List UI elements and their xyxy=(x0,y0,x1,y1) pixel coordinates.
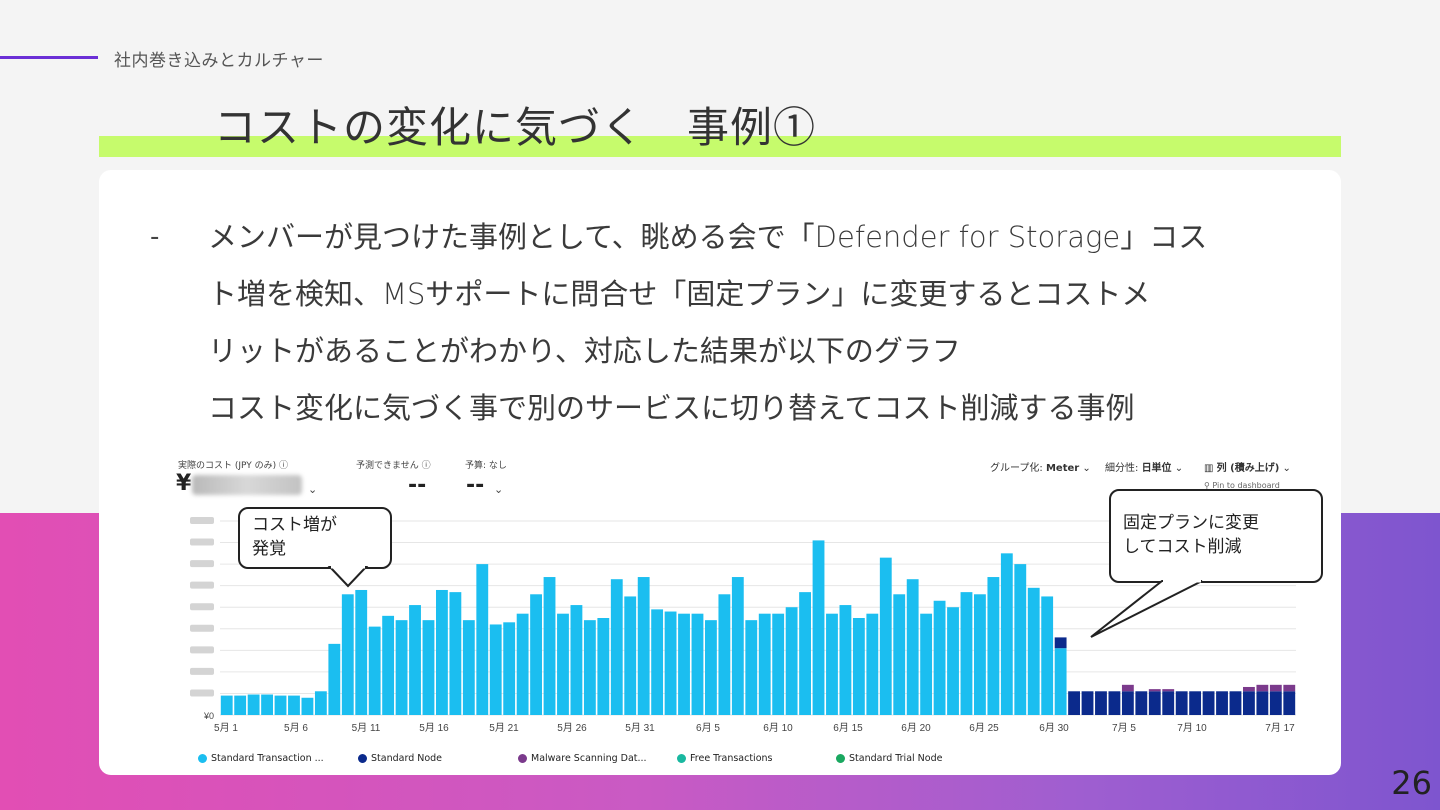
page-number: 26 xyxy=(1391,764,1432,802)
body-line-3: リットがあることがわかり、対応した結果が以下のグラフ xyxy=(208,334,961,368)
cost-analysis-screenshot: 実際のコスト (JPY のみ) ⓘ ¥ ⌄ 予測できません ⓘ -- 予算: な… xyxy=(168,443,1323,773)
body-line-4: コスト変化に気づく事で別のサービスに切り替えてコスト削減する事例 xyxy=(208,391,1135,425)
callout-pointers xyxy=(327,565,1203,638)
section-accent-line xyxy=(0,56,98,59)
bullet-marker: - xyxy=(150,222,160,252)
callout-right-pointer xyxy=(1090,580,1203,638)
section-label: 社内巻き込みとカルチャー xyxy=(114,51,324,71)
callout-left-pointer xyxy=(327,566,369,588)
body-line-1: メンバーが見つけた事例として、眺める会で「Defender for Storag… xyxy=(208,220,1208,254)
slide-title: コストの変化に気づく 事例① xyxy=(214,103,817,152)
body-line-2: ト増を検知、MSサポートに問合せ「固定プラン」に変更するとコストメ xyxy=(208,277,1151,311)
